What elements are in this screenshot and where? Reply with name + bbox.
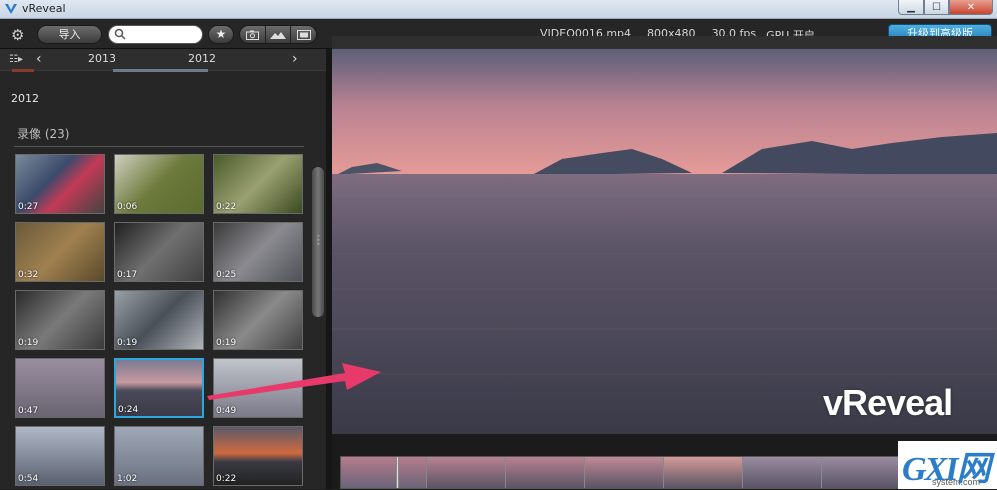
thumbnail-duration: 0:54 (18, 474, 39, 484)
vreveal-logo-icon (5, 4, 17, 14)
site-logo-badge: GXI网 system.com (898, 441, 997, 489)
panorama-filter-button[interactable] (266, 26, 292, 43)
window-title: vReveal (22, 2, 66, 15)
timeline-marker (12, 69, 34, 72)
video-player[interactable] (332, 49, 997, 434)
timeline-bar: ☷▸ ‹ 2013 2012 › (0, 49, 330, 72)
filmstrip-frame[interactable] (399, 457, 427, 488)
search-input[interactable] (108, 25, 203, 44)
settings-gear-icon[interactable]: ⚙ (11, 27, 27, 43)
filmstrip-frame[interactable] (822, 457, 901, 488)
filmstrip-frame[interactable] (341, 457, 397, 488)
video-thumbnail[interactable]: 0:54 (15, 426, 105, 486)
filmstrip-frame[interactable] (585, 457, 664, 488)
timeline-range-marker[interactable] (113, 69, 208, 72)
filmstrip-frame[interactable] (743, 457, 822, 488)
thumbnail-duration: 0:49 (216, 406, 237, 416)
thumbnail-duration: 0:22 (216, 202, 237, 212)
thumbnail-duration: 0:19 (18, 338, 39, 348)
video-thumbnail[interactable]: 0:47 (15, 358, 105, 418)
video-thumbnail[interactable]: 0:17 (114, 222, 204, 282)
timeline-prev-button[interactable]: ‹ (36, 51, 42, 67)
video-thumbnail[interactable]: 0:19 (213, 290, 303, 350)
section-divider (14, 146, 304, 147)
media-filter-group (239, 25, 317, 44)
photo-filter-button[interactable] (240, 26, 266, 43)
film-icon (296, 29, 311, 40)
section-title: 录像 (23) (17, 127, 70, 141)
video-thumbnail[interactable]: 0:19 (114, 290, 204, 350)
filmstrip-frame[interactable] (506, 457, 585, 488)
library-panel: ☷▸ ‹ 2013 2012 › 2012 录像 (23) 0:27 0:06 0:… (0, 49, 330, 489)
video-filter-button[interactable] (291, 26, 316, 43)
close-button[interactable]: ✕ (949, 0, 993, 15)
maximize-button[interactable]: ☐ (924, 0, 949, 15)
favorites-star-button[interactable]: ★ (208, 25, 234, 44)
thumbnail-duration: 0:06 (117, 202, 138, 212)
thumbnail-duration: 0:32 (18, 270, 39, 280)
viewer-header (332, 36, 997, 49)
site-logo-url: system.com (932, 477, 981, 487)
timeline-next-button[interactable]: › (292, 51, 298, 67)
thumbnail-duration: 0:17 (117, 270, 138, 280)
video-frame (332, 49, 997, 434)
video-thumbnail[interactable]: 1:02 (114, 426, 204, 486)
filmstrip-frame[interactable] (664, 457, 743, 488)
pointer-arrow (207, 363, 381, 400)
filmstrip-frame[interactable] (427, 457, 506, 488)
minimize-button[interactable]: ▁ (898, 0, 924, 15)
thumbnail-duration: 0:19 (117, 338, 138, 348)
thumbnail-duration: 0:19 (216, 338, 237, 348)
view-toggle-icon[interactable]: ☷▸ (9, 54, 23, 66)
mountain-icon (270, 31, 286, 39)
video-thumbnail[interactable]: 0:25 (213, 222, 303, 282)
thumbnail-duration: 0:27 (18, 202, 39, 212)
video-thumbnail[interactable]: 0:22 (213, 154, 303, 214)
video-thumbnail[interactable]: 0:24 (114, 358, 204, 418)
video-thumbnail[interactable]: 0:27 (15, 154, 105, 214)
thumbnail-duration: 0:22 (216, 474, 237, 484)
vreveal-watermark: vReveal (823, 382, 953, 423)
timeline-year-2012[interactable]: 2012 (188, 52, 216, 65)
thumbnail-duration: 0:24 (118, 405, 139, 415)
video-thumbnail[interactable]: 0:32 (15, 222, 105, 282)
year-heading: 2012 (11, 92, 39, 105)
camera-icon (245, 30, 259, 40)
video-thumbnail[interactable]: 0:22 (213, 426, 303, 486)
thumbnail-duration: 1:02 (117, 474, 138, 484)
thumbnail-duration: 0:47 (18, 406, 39, 416)
video-thumbnail[interactable]: 0:06 (114, 154, 204, 214)
search-icon (114, 28, 126, 40)
import-button[interactable]: 导入 (37, 25, 102, 44)
thumbnail-duration: 0:25 (216, 270, 237, 280)
grip-icon: • • • (316, 232, 321, 249)
window-title-bar: vReveal ▁ ☐ ✕ (0, 0, 997, 19)
video-thumbnail[interactable]: 0:19 (15, 290, 105, 350)
timeline-year-2013[interactable]: 2013 (88, 52, 116, 65)
